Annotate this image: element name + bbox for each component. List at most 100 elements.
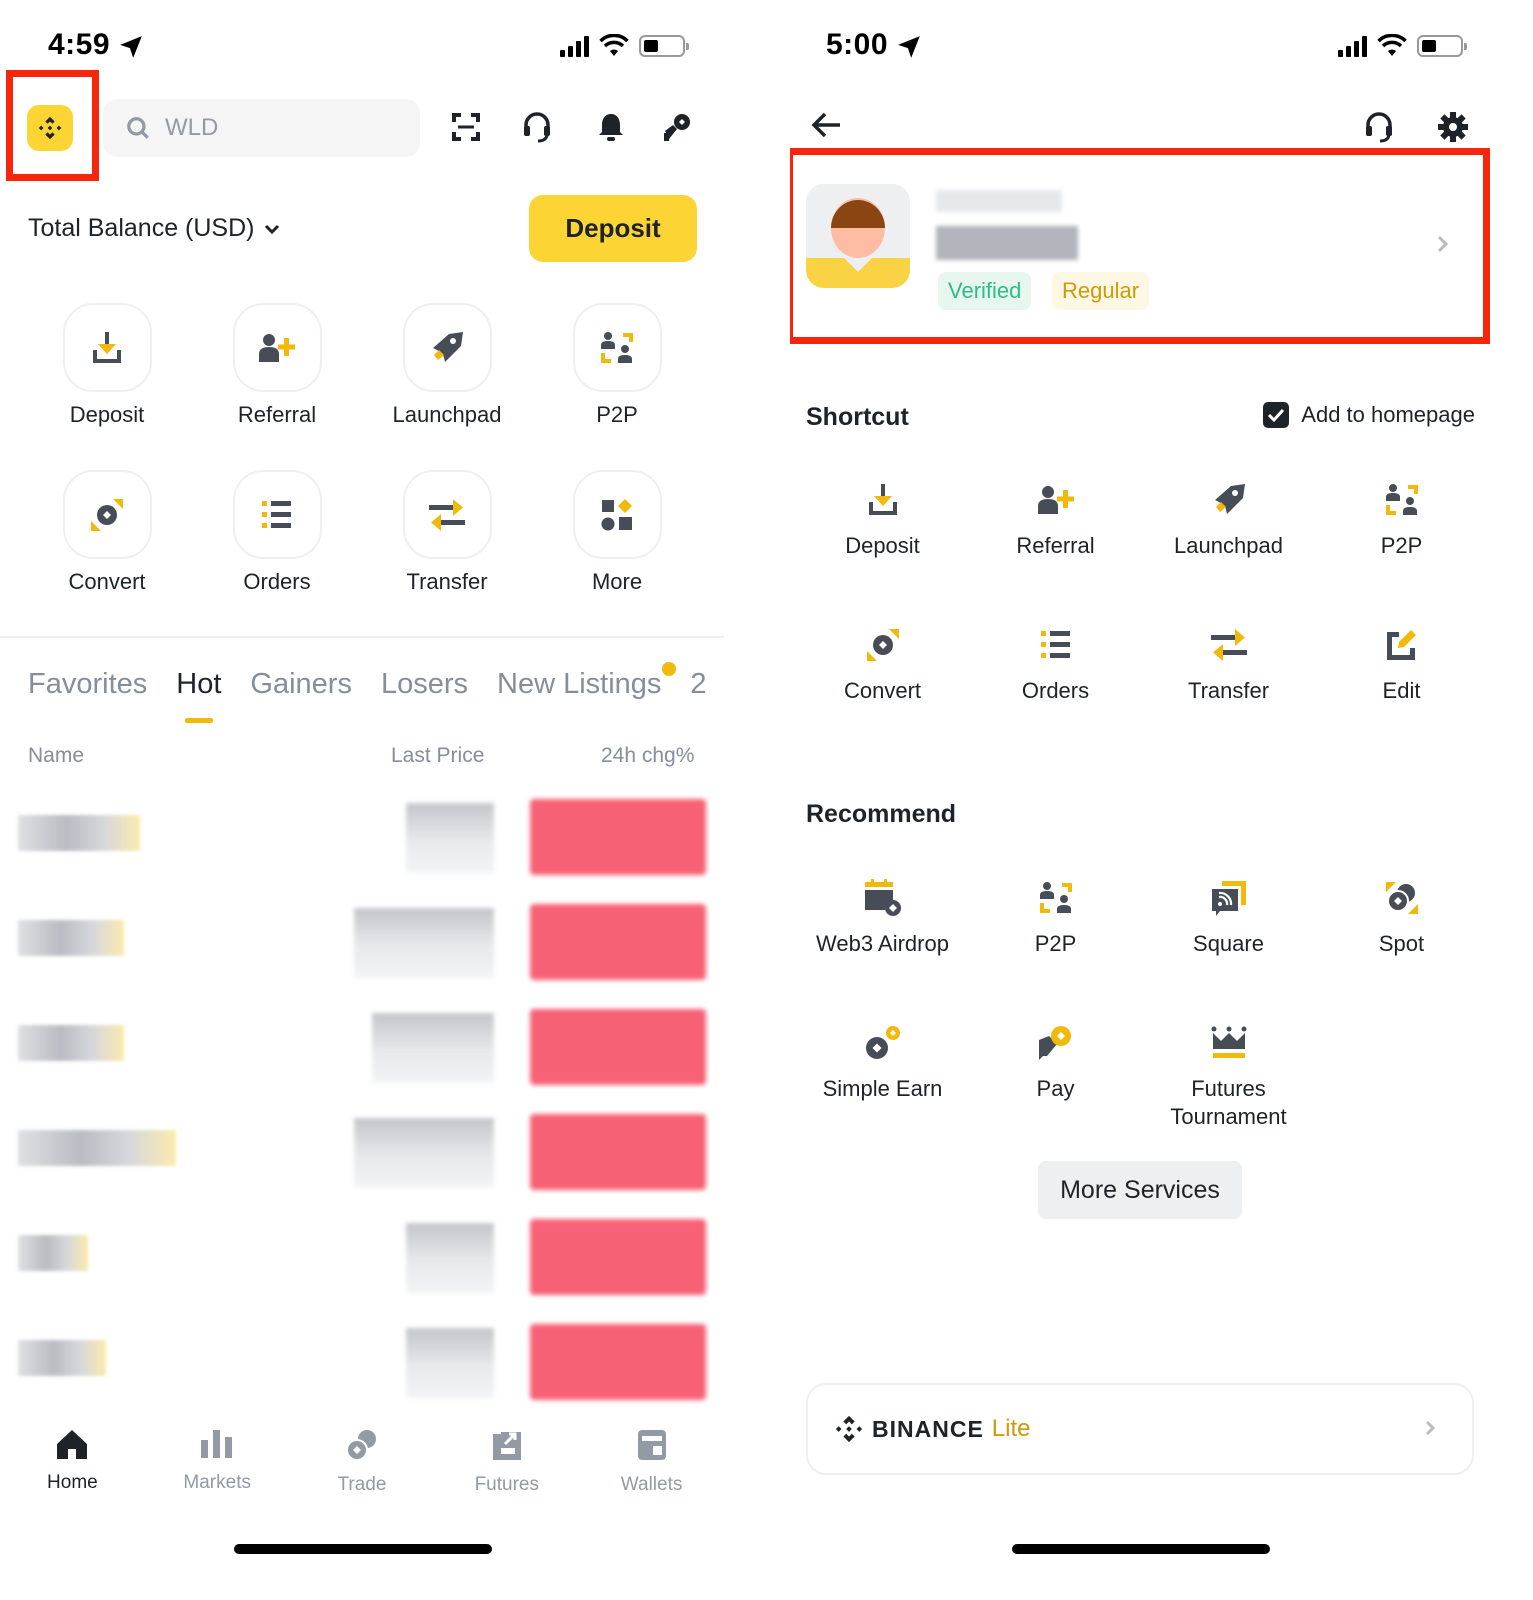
market-row[interactable] [0,1320,724,1425]
support-button[interactable] [1362,110,1396,144]
referral-button[interactable] [660,110,694,144]
shortcut-p2p[interactable]: P2P [532,303,702,428]
web3-airdrop-icon [864,879,901,916]
shortcut-more[interactable]: More [532,470,702,595]
trade-coins-icon [345,1430,376,1461]
nav-home[interactable]: Home [0,1428,145,1496]
tab-hot[interactable]: Hot [176,668,221,723]
tab-gainers[interactable]: Gainers [250,668,352,701]
column-header-last-price[interactable]: Last Price [391,744,484,768]
more-icon [601,498,632,530]
p2p-icon [1385,484,1418,515]
gear-icon [1438,112,1468,142]
shortcut-deposit[interactable]: Deposit [22,303,192,428]
settings-button[interactable] [1436,110,1470,144]
shortcut-convert[interactable]: Convert [22,470,192,595]
shortcut-item-referral[interactable]: Referral [969,480,1142,625]
market-row-change-badge [530,904,706,980]
binance-logo-icon [835,1415,863,1443]
recommend-item-spot[interactable]: Spot [1315,878,1488,1023]
back-button[interactable] [810,110,846,146]
status-time: 5:00 [826,28,889,61]
new-indicator-dot [662,662,677,676]
deposit-button[interactable]: Deposit [529,195,697,262]
nav-wallets[interactable]: Wallets [579,1428,724,1496]
section-divider [0,636,724,638]
shortcut-section-title: Shortcut [806,403,909,431]
status-bar: 5:00 [790,24,1533,68]
tab-new-listings[interactable]: New Listings [497,662,677,701]
shortcut-referral[interactable]: Referral [192,303,362,428]
column-header-24h-change[interactable]: 24h chg% [601,744,694,768]
search-bar[interactable] [103,99,420,157]
shortcut-item-convert[interactable]: Convert [796,625,969,770]
nav-trade[interactable]: Trade [290,1428,435,1496]
scan-button[interactable] [449,110,483,144]
lite-label: Lite [991,1415,1031,1442]
tab-favorites[interactable]: Favorites [28,668,147,701]
edit-icon [1386,630,1416,660]
search-input[interactable] [165,114,385,142]
market-row[interactable] [0,900,724,1005]
binance-lite-card[interactable]: BINANCE Lite [806,1383,1474,1475]
profile-logo-button[interactable] [27,105,73,151]
recommend-item-web3-airdrop[interactable]: Web3 Airdrop [796,878,969,1023]
shortcut-item-deposit[interactable]: Deposit [796,480,969,625]
signal-icon [560,35,589,57]
shortcut-item-launchpad[interactable]: Launchpad [1142,480,1315,625]
support-button[interactable] [520,110,554,144]
market-row[interactable] [0,795,724,900]
arrow-left-icon [811,112,840,138]
column-header-name[interactable]: Name [28,744,84,768]
tab-losers[interactable]: Losers [381,668,468,701]
nav-futures[interactable]: Futures [434,1428,579,1496]
market-row-change-badge [530,799,706,875]
market-list [0,795,724,1425]
market-row[interactable] [0,1215,724,1320]
market-row-name-redacted [18,920,124,956]
add-to-homepage-checkbox[interactable] [1263,402,1290,428]
recommend-item-futures-tournament[interactable]: Futures Tournament [1142,1023,1315,1168]
username-redacted [936,190,1062,212]
notifications-button[interactable] [594,110,628,144]
shortcut-item-edit[interactable]: Edit [1315,625,1488,770]
market-row[interactable] [0,1110,724,1215]
chevron-right-icon [1437,235,1449,253]
market-row-change-badge [530,1114,706,1190]
market-row[interactable] [0,1005,724,1110]
launchpad-icon [1214,484,1245,514]
market-row-name-redacted [18,1340,106,1376]
shortcut-launchpad[interactable]: Launchpad [362,303,532,428]
shortcut-item-transfer[interactable]: Transfer [1142,625,1315,770]
search-icon [127,117,149,139]
p2p-icon [1039,882,1072,913]
deposit-icon [93,331,121,363]
market-row-name-redacted [18,1235,88,1271]
market-row-price-redacted [354,1118,494,1188]
shortcut-orders[interactable]: Orders [192,470,362,595]
profile-card[interactable]: Verified Regular [790,150,1490,340]
p2p-icon [601,331,633,363]
verified-badge: Verified [938,272,1032,310]
shortcut-transfer[interactable]: Transfer [362,470,532,595]
more-services-button[interactable]: More Services [1038,1161,1242,1219]
market-row-price-redacted [406,1328,494,1398]
checkmark-icon [1268,408,1285,423]
binance-wordmark: BINANCE [872,1415,984,1442]
recommend-item-pay[interactable]: Pay [969,1023,1142,1168]
recommend-items-grid: Web3 Airdrop P2P Square Spot Simple Earn… [796,878,1488,1168]
market-row-change-badge [530,1324,706,1400]
nav-markets[interactable]: Markets [145,1428,290,1496]
recommend-item-simple-earn[interactable]: Simple Earn [796,1023,969,1168]
recommend-item-square[interactable]: Square [1142,878,1315,1023]
status-bar: 4:59 [0,24,730,68]
battery-icon [639,35,689,57]
total-balance-selector[interactable]: Total Balance (USD) [28,214,280,243]
launchpad-icon [433,331,463,362]
tab-more-truncated[interactable]: 2 [690,668,706,701]
shortcut-item-orders[interactable]: Orders [969,625,1142,770]
recommend-item-p2p[interactable]: P2P [969,878,1142,1023]
shortcut-item-p2p[interactable]: P2P [1315,480,1488,625]
square-icon [1211,881,1246,916]
add-to-homepage-toggle[interactable]: Add to homepage [1263,402,1475,428]
